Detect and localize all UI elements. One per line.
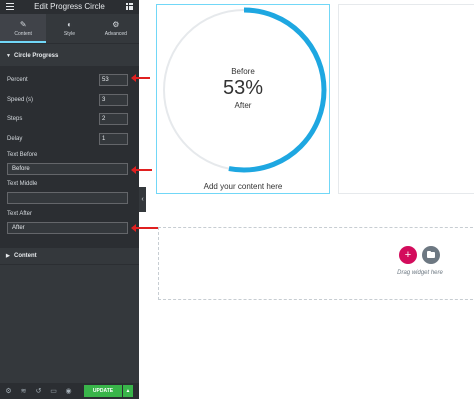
- annotation-arrow-text-before: [131, 166, 152, 174]
- eye-icon[interactable]: ◉: [62, 383, 75, 399]
- circle-progress-section-header[interactable]: ▼ Circle Progress: [0, 47, 139, 65]
- text-middle-input[interactable]: [7, 192, 128, 204]
- widgets-grid-icon[interactable]: [126, 3, 133, 10]
- circle-text-after: After: [234, 101, 252, 110]
- panel-tabs: ✎ Content ◐ Style ⚙ Advanced: [0, 14, 139, 44]
- panel-header: Edit Progress Circle: [0, 0, 139, 14]
- content-section-title: Content: [14, 253, 37, 259]
- history-icon[interactable]: ↺: [32, 383, 45, 399]
- circle-progress-controls: Percent 53 Speed (s) 3 Steps 2 Delay 1 T…: [0, 66, 139, 247]
- percent-input[interactable]: 53: [99, 74, 128, 86]
- drop-zone[interactable]: [158, 227, 474, 300]
- caret-right-icon: ▶: [6, 253, 10, 259]
- gear-icon: ⚙: [112, 19, 120, 29]
- speed-input[interactable]: 3: [99, 94, 128, 106]
- tab-content-label: Content: [14, 30, 32, 37]
- delay-control: Delay 1: [0, 132, 139, 146]
- text-before-label: Text Before: [7, 152, 38, 158]
- editor-panel: Edit Progress Circle ✎ Content ◐ Style ⚙…: [0, 0, 139, 399]
- panel-title: Edit Progress Circle: [34, 2, 105, 11]
- empty-column[interactable]: [338, 4, 474, 194]
- update-options-caret-icon[interactable]: ▲: [123, 385, 133, 397]
- text-after-label: Text After: [7, 211, 33, 217]
- steps-label: Steps: [7, 116, 23, 122]
- tab-style-label: Style: [63, 30, 76, 37]
- text-middle-label: Text Middle: [7, 181, 38, 187]
- add-section-plus-icon[interactable]: +: [399, 246, 417, 264]
- percent-label: Percent: [7, 77, 28, 83]
- annotation-arrow-text-after: [131, 224, 160, 232]
- caret-down-icon: ▼: [6, 53, 11, 59]
- text-after-input[interactable]: After: [7, 222, 128, 234]
- settings-gear-icon[interactable]: ⚙: [2, 383, 15, 399]
- editor-app: Edit Progress Circle ✎ Content ◐ Style ⚙…: [0, 0, 474, 399]
- section-title: Circle Progress: [14, 53, 59, 59]
- circle-percent: 53%: [222, 77, 264, 99]
- steps-control: Steps 2: [0, 112, 139, 126]
- tab-content[interactable]: ✎ Content: [0, 14, 47, 43]
- speed-label: Speed (s): [7, 97, 34, 103]
- pencil-icon: ✎: [19, 19, 27, 29]
- annotation-arrow-percent: [131, 74, 150, 82]
- delay-input[interactable]: 1: [99, 133, 128, 145]
- content-section-header[interactable]: ▶ Content: [0, 247, 139, 265]
- update-button[interactable]: UPDATE: [84, 385, 122, 397]
- tab-advanced-label: Advanced: [104, 30, 127, 37]
- percent-control: Percent 53: [0, 73, 139, 87]
- panel-footer: ⚙ ≋ ↺ ▭ ◉ UPDATE ▲: [0, 383, 139, 399]
- layers-icon[interactable]: ≋: [17, 383, 30, 399]
- delay-label: Delay: [7, 136, 23, 142]
- tab-style[interactable]: ◐ Style: [46, 14, 92, 43]
- tab-advanced[interactable]: ⚙ Advanced: [93, 14, 139, 43]
- drag-widget-text: Drag widget here: [397, 270, 443, 276]
- desktop-icon[interactable]: ▭: [47, 383, 60, 399]
- steps-input[interactable]: 2: [99, 113, 128, 125]
- add-content-text: Add your content here: [203, 182, 283, 191]
- circle-text-before: Before: [231, 67, 255, 76]
- template-folder-icon[interactable]: [422, 246, 440, 264]
- speed-control: Speed (s) 3: [0, 93, 139, 107]
- collapse-panel-chevron-icon[interactable]: ‹: [139, 187, 146, 212]
- text-before-input[interactable]: Before: [7, 163, 128, 175]
- half-circle-icon: ◐: [67, 19, 72, 29]
